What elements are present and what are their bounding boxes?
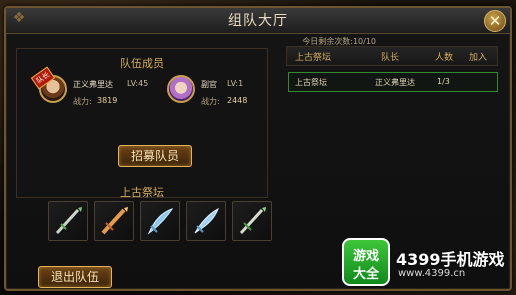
- member-card[interactable]: 队长 正义弗里达 LV:45 战力: 3819: [30, 66, 157, 115]
- cell-count: 1/3: [437, 77, 450, 86]
- avatar: [167, 75, 195, 103]
- header-count: 人数: [435, 53, 454, 63]
- ice-blade-icon[interactable]: [140, 201, 180, 241]
- watermark: 游戏 大全 4399手机游戏 www.4399.cn: [342, 238, 510, 290]
- ice-blade-icon[interactable]: [186, 201, 226, 241]
- member-level: LV:1: [227, 79, 244, 88]
- table-header: 上古祭坛 队长 人数 加入: [286, 46, 498, 66]
- watermark-brand: 4399手机游戏: [396, 250, 505, 269]
- altar-title: 上古祭坛: [120, 186, 164, 199]
- fire-sword-icon[interactable]: [94, 201, 134, 241]
- member-card[interactable]: 副官 LV:1 战力: 2448: [167, 75, 267, 115]
- ornament-icon: ❖: [12, 10, 26, 26]
- member-level: LV:45: [127, 79, 149, 88]
- power-label: 战力:: [73, 97, 92, 106]
- header-join: 加入: [469, 53, 488, 63]
- leave-team-button[interactable]: 退出队伍: [38, 266, 112, 288]
- cell-leader: 正义弗里达: [375, 78, 415, 87]
- logo-line2: 大全: [352, 267, 379, 282]
- table-row[interactable]: 上古祭坛 正义弗里达 1/3: [288, 72, 498, 92]
- logo-line1: 游戏: [352, 249, 379, 264]
- green-sword-icon[interactable]: [232, 201, 272, 241]
- power-value: 2448: [227, 96, 248, 105]
- left-panel: 队伍成员 队长 正义弗里达 LV:45 战力: 3819 副官 LV:1 战力:…: [16, 44, 272, 288]
- close-icon[interactable]: ✕: [484, 10, 506, 32]
- members-title: 队伍成员: [120, 57, 164, 70]
- title-bar: ❖ 组队大厅 ✕: [6, 8, 510, 34]
- power-label: 战力:: [201, 97, 220, 106]
- watermark-logo: 游戏 大全: [342, 238, 390, 286]
- header-altar: 上古祭坛: [295, 53, 332, 63]
- window-title: 组队大厅: [228, 13, 288, 29]
- power-value: 3819: [97, 96, 118, 105]
- teams-table: 上古祭坛 队长 人数 加入 上古祭坛 正义弗里达 1/3: [286, 46, 498, 118]
- member-name: 副官: [201, 80, 217, 89]
- header-leader: 队长: [381, 53, 400, 63]
- watermark-url: www.4399.cn: [398, 268, 466, 279]
- recruit-button[interactable]: 招募队员: [118, 145, 192, 167]
- member-name: 正义弗里达: [73, 80, 113, 89]
- cell-altar: 上古祭坛: [295, 78, 327, 87]
- spear-icon[interactable]: [48, 201, 88, 241]
- members-box: 队伍成员 队长 正义弗里达 LV:45 战力: 3819 副官 LV:1 战力:…: [16, 48, 268, 198]
